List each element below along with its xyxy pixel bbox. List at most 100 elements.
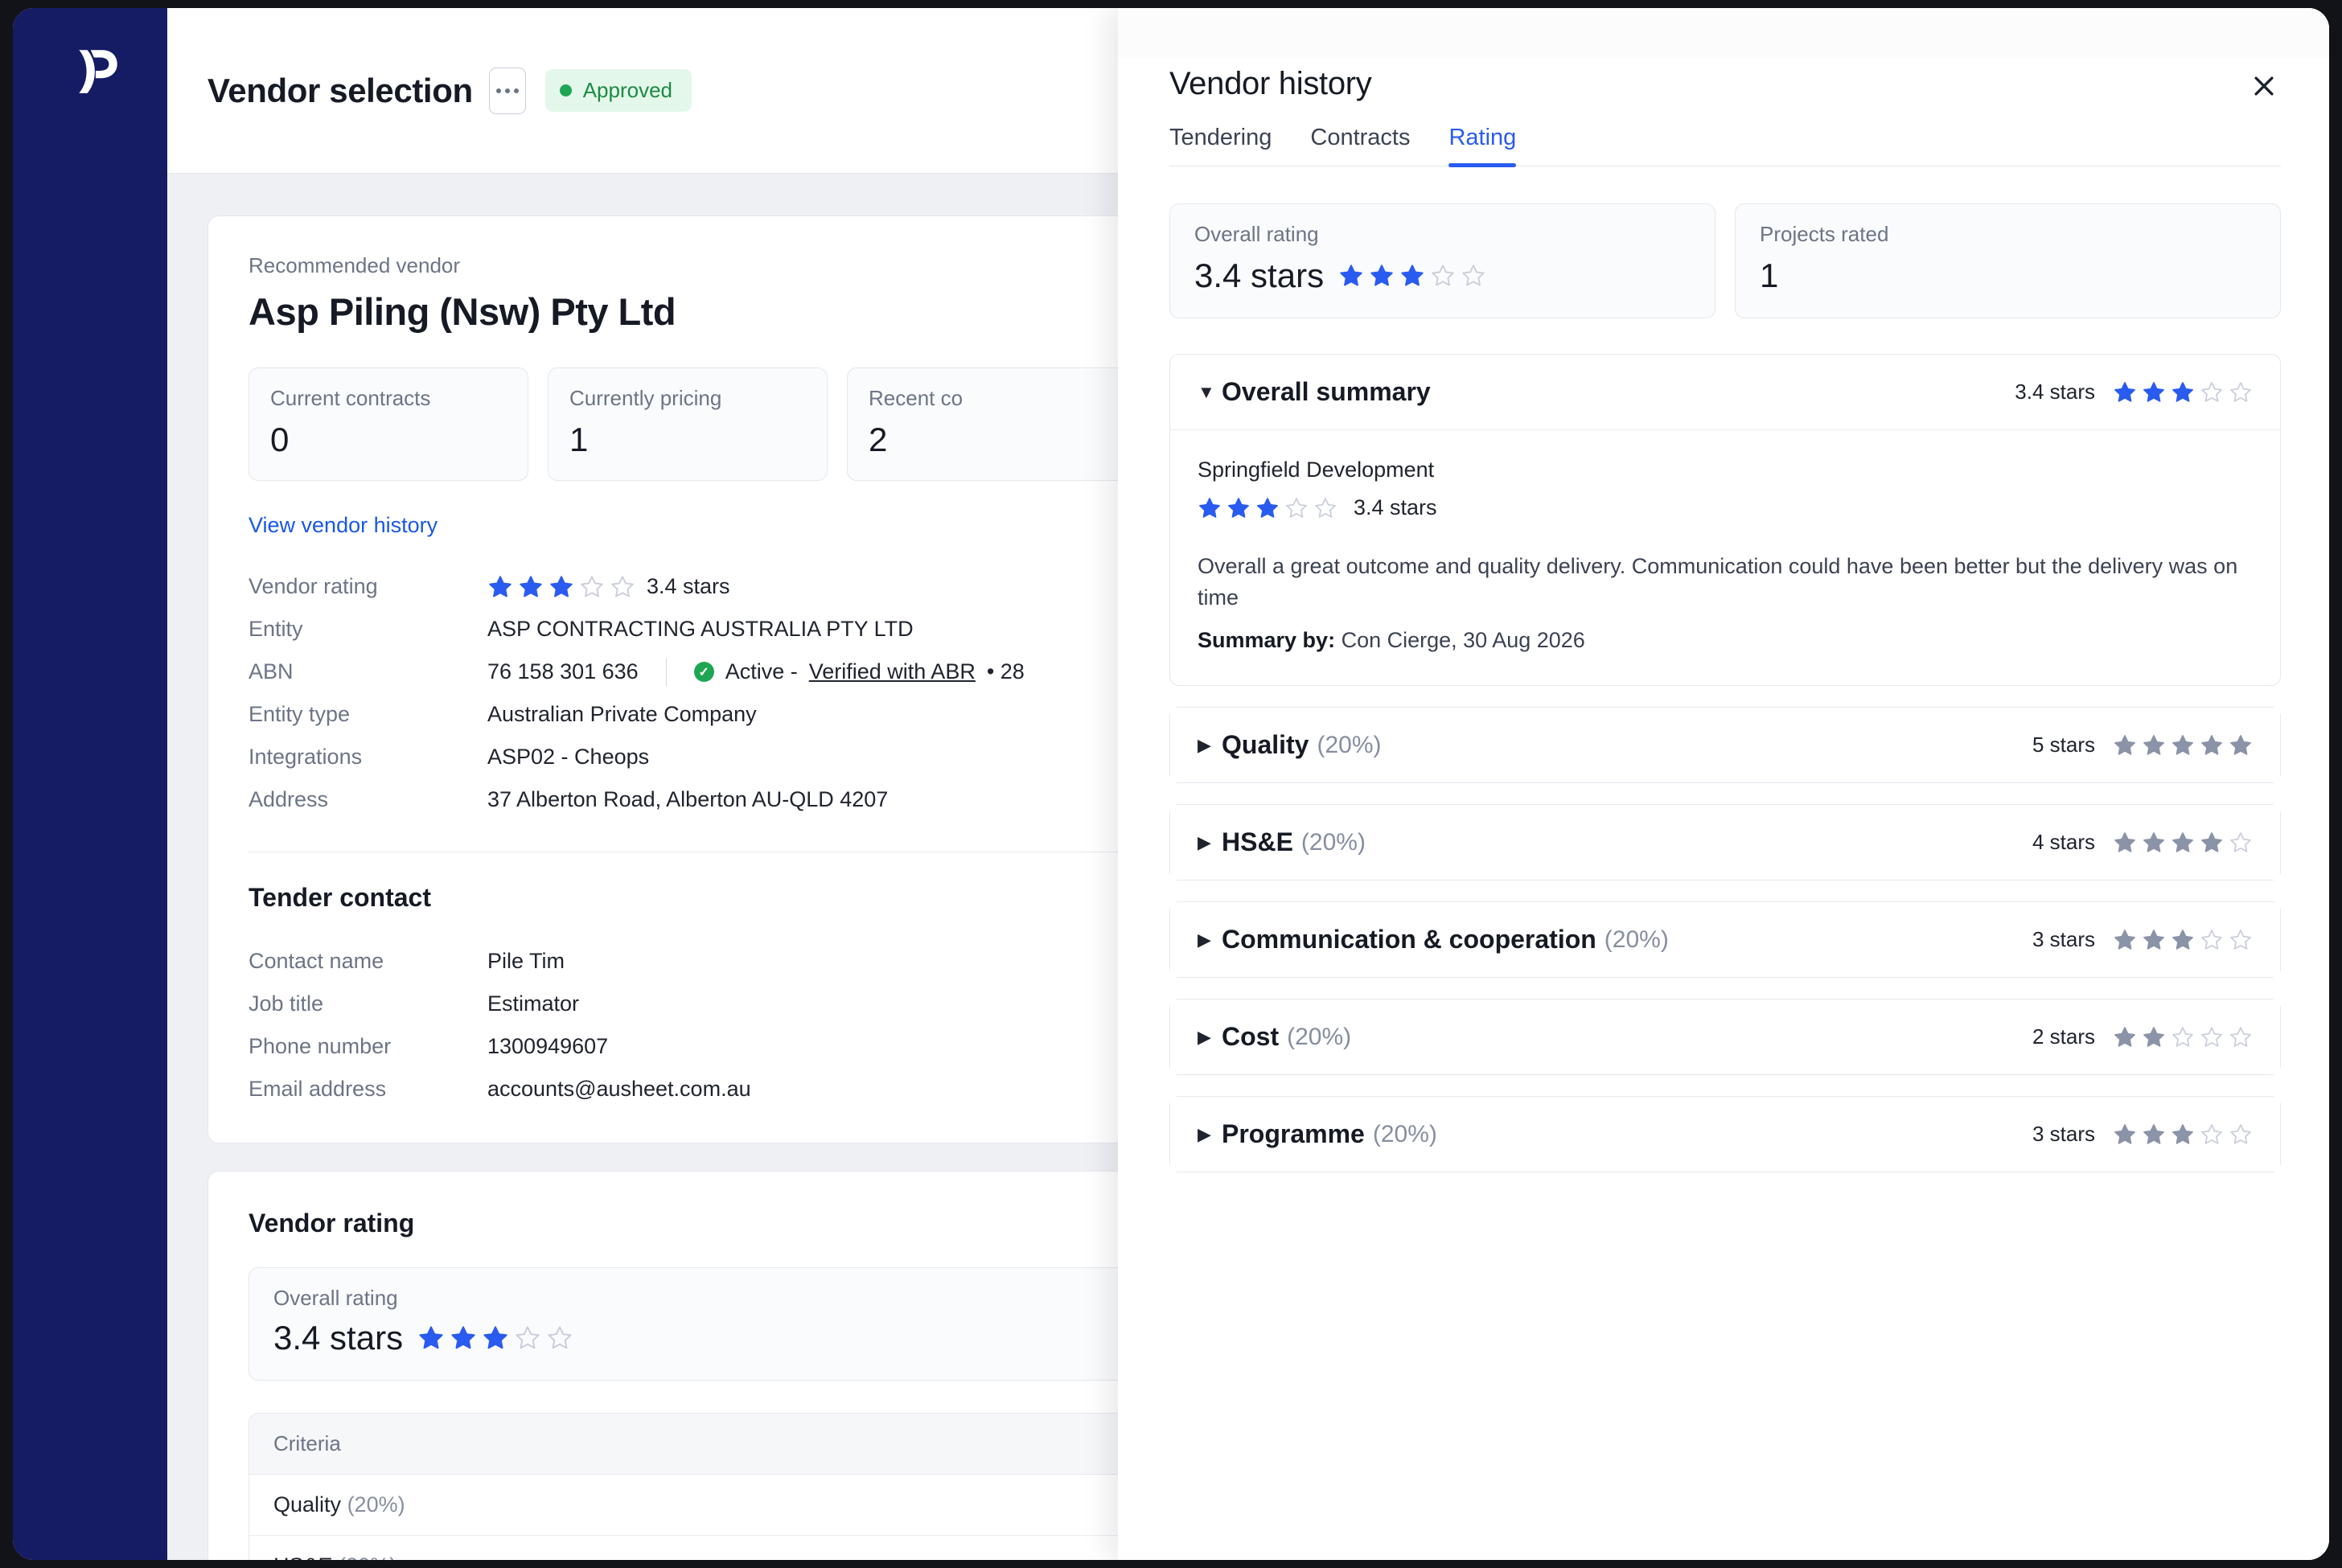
star-filled-icon [1257, 497, 1278, 518]
criteria-weight: (20%) [1372, 1120, 1437, 1147]
overall-summary-accordion: ▼ Overall summary 3.4 stars Springfield … [1169, 354, 2281, 687]
star-filled-icon [2172, 929, 2193, 950]
tab-contracts[interactable]: Contracts [1310, 125, 1410, 166]
star-empty-icon [516, 1326, 540, 1349]
main-column: Vendor selection Approved Recommended ve… [167, 8, 2329, 1560]
overall-summary-title: Overall summary [1222, 377, 1431, 406]
overall-summary-header[interactable]: ▼ Overall summary 3.4 stars [1170, 355, 2280, 429]
star-filled-icon [1370, 265, 1393, 286]
contact-label: Contact name [249, 949, 384, 973]
criteria-weight: (20%) [1604, 926, 1669, 953]
star-empty-icon [1462, 265, 1485, 286]
sidebar-nav-rail [13, 8, 167, 1560]
caret-right-icon[interactable]: ▶ [1198, 930, 1222, 949]
criteria-header[interactable]: ▶ HS&E (20%) 4 stars [1170, 805, 2280, 880]
star-rating [487, 574, 635, 600]
star-rating [2113, 380, 2253, 404]
stat-value: 1 [1760, 257, 1779, 294]
criteria-accordion-programme[interactable]: ▶ Programme (20%) 3 stars [1169, 1096, 2281, 1173]
star-empty-icon [548, 1326, 572, 1349]
star-filled-icon [550, 575, 573, 597]
criteria-weight: (20%) [339, 1554, 396, 1560]
caret-right-icon[interactable]: ▶ [1198, 1028, 1222, 1046]
star-filled-icon [2114, 381, 2135, 402]
star-rating [2113, 733, 2253, 757]
summary-by-label: Summary by: [1198, 628, 1336, 653]
star-empty-icon [2201, 1026, 2222, 1047]
status-badge: Approved [544, 69, 692, 112]
detail-label: Entity type [249, 702, 351, 726]
stat-tile-value: 0 [270, 421, 290, 458]
star-rating [2113, 928, 2253, 952]
stat-label: Overall rating [1194, 222, 1319, 246]
star-rating [1198, 496, 1337, 520]
rating-text: 3 stars [2032, 927, 2095, 952]
criteria-header[interactable]: ▶ Cost (20%) 2 stars [1170, 999, 2280, 1075]
detail-label: Entity [249, 617, 303, 641]
modal-stat-overall-rating: Overall rating 3.4 stars [1169, 203, 1715, 318]
detail-label: Address [249, 787, 329, 811]
overall-summary-rating: 3.4 stars [2015, 380, 2253, 404]
detail-value: 37 Alberton Road, Alberton AU-QLD 4207 [487, 787, 889, 811]
star-rating [2113, 831, 2253, 855]
stat-tile-label: Currently pricing [569, 386, 722, 410]
criteria-weight: (20%) [1287, 1023, 1352, 1050]
star-rating [417, 1324, 573, 1352]
detail-value: Australian Private Company [487, 702, 757, 726]
criteria-name: Communication & cooperation [1222, 925, 1596, 954]
star-empty-icon [2230, 831, 2251, 852]
criteria-accordion-communication[interactable]: ▶ Communication & cooperation (20%) 3 st… [1169, 901, 2281, 979]
criteria-name: Cost [1222, 1022, 1280, 1052]
star-empty-icon [1432, 265, 1454, 286]
star-filled-icon [2143, 1026, 2164, 1047]
star-filled-icon [2143, 929, 2164, 950]
star-empty-icon [2201, 929, 2222, 950]
verified-check-icon: ✓ [693, 662, 714, 682]
tab-tendering[interactable]: Tendering [1169, 125, 1272, 166]
view-vendor-history-link[interactable]: View vendor history [249, 513, 438, 538]
page-title: Vendor selection [207, 71, 473, 109]
tab-rating[interactable]: Rating [1448, 125, 1516, 167]
rating-text: 3 stars [2032, 1122, 2095, 1147]
payapps-p-logo-icon[interactable] [71, 45, 124, 98]
star-empty-icon [581, 575, 603, 597]
more-options-icon[interactable] [488, 67, 526, 114]
status-badge-label: Approved [582, 78, 673, 102]
close-icon[interactable] [2242, 64, 2286, 108]
criteria-name: Programme [1222, 1119, 1365, 1149]
star-filled-icon [2114, 734, 2135, 755]
criteria-accordion-hse[interactable]: ▶ HS&E (20%) 4 stars [1169, 804, 2281, 881]
rating-text: 2 stars [2032, 1024, 2095, 1049]
detail-value: 3.4 stars [487, 574, 730, 600]
criteria-weight: (20%) [347, 1492, 405, 1517]
kebab-dot [504, 88, 510, 93]
contact-label: Phone number [249, 1034, 392, 1058]
criteria-rating: 4 stars [2032, 830, 2253, 855]
rating-text: 3.4 stars [647, 574, 730, 598]
star-rating [1338, 263, 1486, 289]
caret-right-icon[interactable]: ▶ [1198, 833, 1222, 852]
app-window: Vendor selection Approved Recommended ve… [13, 8, 2329, 1560]
contact-value: 1300949607 [487, 1034, 609, 1058]
verified-with-abr-link[interactable]: Verified with ABR [809, 659, 976, 684]
stat-tile-currently-pricing: Currently pricing 1 [548, 367, 828, 481]
star-filled-icon [2114, 929, 2135, 950]
star-empty-icon [2201, 381, 2222, 402]
detail-label: Vendor rating [249, 574, 378, 598]
rating-text: 5 stars [2032, 733, 2095, 757]
star-filled-icon [2143, 381, 2164, 402]
criteria-header[interactable]: ▶ Programme (20%) 3 stars [1170, 1097, 2280, 1172]
star-empty-icon [2201, 1123, 2222, 1144]
abn-number: 76 158 301 636 [487, 659, 639, 683]
caret-right-icon[interactable]: ▶ [1198, 1125, 1222, 1143]
criteria-rating: 3 stars [2032, 1122, 2253, 1147]
criteria-name: Quality [273, 1492, 342, 1517]
criteria-accordion-cost[interactable]: ▶ Cost (20%) 2 stars [1169, 999, 2281, 1076]
caret-right-icon[interactable]: ▶ [1198, 736, 1222, 754]
criteria-header[interactable]: ▶ Quality (20%) 5 stars [1170, 708, 2280, 783]
star-filled-icon [1401, 265, 1424, 286]
caret-down-icon[interactable]: ▼ [1198, 383, 1222, 401]
criteria-accordion-quality[interactable]: ▶ Quality (20%) 5 stars [1169, 707, 2281, 784]
overall-summary-body: Springfield Development 3.4 stars Overal… [1170, 429, 2280, 685]
criteria-header[interactable]: ▶ Communication & cooperation (20%) 3 st… [1170, 902, 2280, 978]
